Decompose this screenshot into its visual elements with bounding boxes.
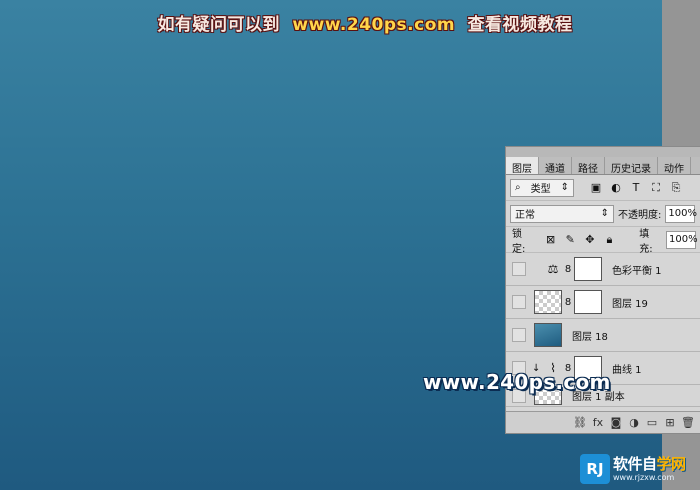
updown-icon: ⇕ <box>600 208 609 219</box>
layer-row[interactable]: 8 图层 19 <box>506 286 700 319</box>
panel-tabs: 图层 通道 路径 历史记录 动作 <box>506 157 700 175</box>
caption-url: www.240ps.com <box>292 15 456 35</box>
smart-filter-icon[interactable]: ⎘ <box>668 180 684 196</box>
adjust-filter-icon[interactable]: ◐ <box>608 180 624 196</box>
search-icon: ⌕ <box>515 182 521 193</box>
link-layers-icon[interactable]: ⛓ <box>571 416 589 429</box>
top-caption: 如有疑问可以到 www.240ps.com 查看视频教程 <box>0 10 700 35</box>
logo-badge: RJ <box>580 454 610 484</box>
layer-thumb[interactable] <box>534 290 562 314</box>
lock-row: 锁定: ⊠ ✎ ✥ 🔒︎ 填充: 100% <box>506 227 700 255</box>
new-layer-icon[interactable]: ⊞ <box>661 416 679 429</box>
site-logo: RJ 软件自学网 www.rjzxw.com <box>580 452 698 486</box>
visibility-toggle[interactable] <box>512 328 526 342</box>
filter-type-label: 类型 <box>530 184 551 195</box>
opacity-input[interactable]: 100% <box>665 204 697 223</box>
layer-name: 色彩平衡 1 <box>612 265 662 277</box>
new-group-icon[interactable]: ▭ <box>643 416 661 429</box>
blend-mode-value: 正常 <box>515 210 535 221</box>
lock-all-icon[interactable]: 🔒︎ <box>602 232 618 248</box>
lock-move-icon[interactable]: ✥ <box>582 232 598 248</box>
link-icon: 8 <box>564 296 572 308</box>
add-mask-icon[interactable]: ◙ <box>607 416 625 429</box>
balance-icon: ⚖ <box>547 262 559 276</box>
new-adjustment-icon[interactable]: ◑ <box>625 416 643 429</box>
visibility-toggle[interactable] <box>512 295 526 309</box>
text-filter-icon[interactable]: T <box>628 180 644 196</box>
tab-history[interactable]: 历史记录 <box>605 157 658 175</box>
opacity-label: 不透明度: <box>618 210 662 221</box>
tab-paths[interactable]: 路径 <box>572 157 605 175</box>
layer-thumb[interactable] <box>534 323 562 347</box>
layer-name: 曲线 1 <box>612 364 642 376</box>
visibility-toggle[interactable] <box>512 262 526 276</box>
tab-actions[interactable]: 动作 <box>658 157 691 175</box>
image-filter-icon[interactable]: ▣ <box>588 180 604 196</box>
panel-bottom-bar: ⛓ fx ◙ ◑ ▭ ⊞ 🗑︎ <box>506 411 700 433</box>
logo-url: www.rjzxw.com <box>613 472 675 482</box>
layer-row[interactable]: ⚖ 8 色彩平衡 1 <box>506 253 700 286</box>
layer-name: 图层 19 <box>612 298 648 310</box>
trash-icon[interactable]: 🗑︎ <box>679 416 697 429</box>
layer-name: 图层 18 <box>572 331 608 343</box>
lock-brush-icon[interactable]: ✎ <box>562 232 578 248</box>
caption-part1: 如有疑问可以到 <box>157 15 280 35</box>
filter-type-select[interactable]: ⌕ 类型 ⇕ <box>510 178 574 197</box>
blend-row: 正常 ⇕ 不透明度: 100% <box>506 201 700 227</box>
tab-layers[interactable]: 图层 <box>506 157 539 175</box>
layer-row[interactable]: 图层 18 <box>506 319 700 352</box>
fill-input[interactable]: 100% <box>666 230 698 249</box>
tab-channels[interactable]: 通道 <box>539 157 572 175</box>
layer-mask-thumb[interactable] <box>574 257 602 281</box>
panel-grip[interactable] <box>506 147 700 157</box>
logo-name: 软件自学网 <box>613 454 686 473</box>
watermark-text: www.240ps.com <box>423 370 611 394</box>
updown-icon: ⇕ <box>560 182 569 193</box>
fx-icon[interactable]: fx <box>589 416 607 429</box>
lock-transparent-icon[interactable]: ⊠ <box>543 232 559 248</box>
lock-label: 锁定: <box>512 228 526 255</box>
link-icon: 8 <box>564 263 572 275</box>
caption-part3: 查看视频教程 <box>467 15 573 35</box>
fill-label: 填充: <box>639 228 653 255</box>
filter-row: ⌕ 类型 ⇕ ▣ ◐ T ⛶ ⎘ <box>506 175 700 201</box>
shape-filter-icon[interactable]: ⛶ <box>648 180 664 196</box>
blend-mode-select[interactable]: 正常 ⇕ <box>510 204 614 223</box>
layer-mask-thumb[interactable] <box>574 290 602 314</box>
